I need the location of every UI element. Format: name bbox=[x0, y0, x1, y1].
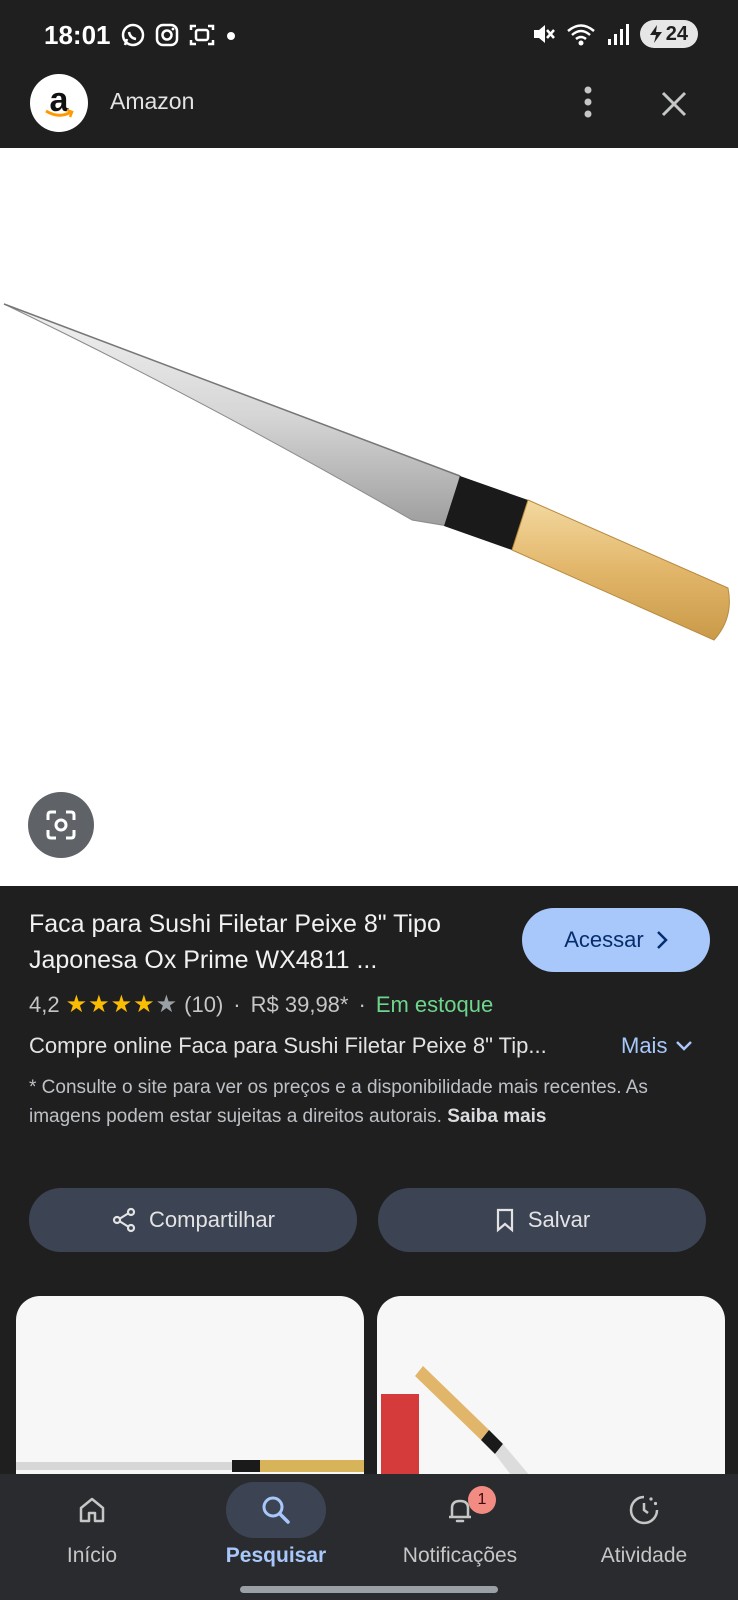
review-count: (10) bbox=[184, 991, 224, 1017]
share-label: Compartilhar bbox=[149, 1207, 275, 1232]
product-description: Compre online Faca para Sushi Filetar Pe… bbox=[29, 1033, 547, 1058]
more-description-button[interactable]: Mais bbox=[621, 1033, 693, 1059]
product-image[interactable] bbox=[0, 148, 738, 886]
battery-icon: 24 bbox=[639, 20, 698, 48]
nav-search[interactable]: Pesquisar bbox=[184, 1474, 368, 1574]
search-icon bbox=[262, 1496, 290, 1524]
nav-home[interactable]: Início bbox=[0, 1474, 184, 1574]
notification-badge: 1 bbox=[468, 1486, 496, 1514]
bottom-navigation: Início Pesquisar 1 Notificações Atividad… bbox=[0, 1474, 738, 1600]
description-row: Compre online Faca para Sushi Filetar Pe… bbox=[29, 1033, 719, 1059]
lens-icon bbox=[46, 810, 76, 840]
nav-notifications[interactable]: 1 Notificações bbox=[368, 1474, 552, 1574]
more-label: Mais bbox=[621, 1033, 668, 1058]
product-title[interactable]: Faca para Sushi Filetar Peixe 8" Tipo Ja… bbox=[29, 906, 499, 978]
close-icon bbox=[661, 91, 687, 117]
site-name: Amazon bbox=[110, 88, 195, 114]
save-label: Salvar bbox=[527, 1207, 591, 1232]
nav-notifications-label: Notificações bbox=[402, 1544, 518, 1567]
signal-icon bbox=[607, 24, 629, 45]
nav-activity[interactable]: Atividade bbox=[552, 1474, 736, 1574]
mute-icon bbox=[533, 25, 555, 43]
status-time: 18:01 bbox=[44, 20, 111, 50]
knife-thumbnail-2 bbox=[381, 1366, 547, 1496]
more-vert-icon bbox=[584, 86, 592, 118]
chevron-down-icon bbox=[676, 1041, 693, 1051]
stock-status: Em estoque bbox=[375, 991, 494, 1017]
price-disclaimer: * Consulte o site para ver os preços e a… bbox=[29, 1073, 709, 1131]
related-result-1[interactable] bbox=[16, 1296, 364, 1496]
instagram-icon bbox=[155, 23, 179, 47]
rating-value: 4,2 bbox=[29, 991, 60, 1017]
price: R$ 39,98* bbox=[250, 991, 349, 1017]
share-button[interactable]: Compartilhar bbox=[29, 1188, 357, 1252]
whatsapp-icon bbox=[121, 23, 145, 47]
activity-icon bbox=[629, 1495, 659, 1525]
nav-activity-label: Atividade bbox=[600, 1544, 688, 1567]
save-button[interactable]: Salvar bbox=[378, 1188, 706, 1252]
learn-more-link[interactable]: Saiba mais bbox=[447, 1106, 546, 1127]
disclaimer-text: * Consulte o site para ver os preços e a… bbox=[29, 1077, 648, 1127]
status-bar: 18:01 24 bbox=[0, 0, 738, 72]
visit-button[interactable]: Acessar bbox=[522, 908, 710, 972]
home-icon bbox=[79, 1497, 105, 1523]
nav-home-label: Início bbox=[66, 1544, 118, 1567]
star-empty-icon: ★ bbox=[155, 991, 179, 1018]
rating-stars: ★★★★★ bbox=[65, 991, 179, 1018]
knife-thumbnail-1 bbox=[16, 1460, 364, 1472]
screenshot-icon bbox=[189, 24, 215, 46]
share-icon bbox=[112, 1207, 136, 1233]
visit-button-label: Acessar bbox=[564, 927, 644, 952]
notification-icons bbox=[120, 22, 238, 48]
chevron-right-icon bbox=[656, 931, 668, 949]
site-logo[interactable]: a bbox=[30, 74, 88, 132]
related-result-2[interactable] bbox=[377, 1296, 725, 1496]
gesture-bar[interactable] bbox=[240, 1586, 498, 1593]
product-meta: 4,2 ★★★★★ (10) · R$ 39,98* · Em estoque bbox=[29, 991, 494, 1018]
bookmark-icon bbox=[496, 1208, 513, 1233]
lens-button[interactable] bbox=[28, 792, 94, 858]
wifi-icon bbox=[566, 24, 595, 46]
more-options-button[interactable] bbox=[570, 82, 606, 122]
knife-image bbox=[3, 303, 730, 641]
nav-search-label: Pesquisar bbox=[225, 1544, 327, 1567]
result-header: a Amazon bbox=[0, 72, 738, 148]
close-button[interactable] bbox=[652, 82, 696, 126]
dot-icon bbox=[227, 32, 235, 40]
battery-level: 24 bbox=[665, 22, 688, 45]
